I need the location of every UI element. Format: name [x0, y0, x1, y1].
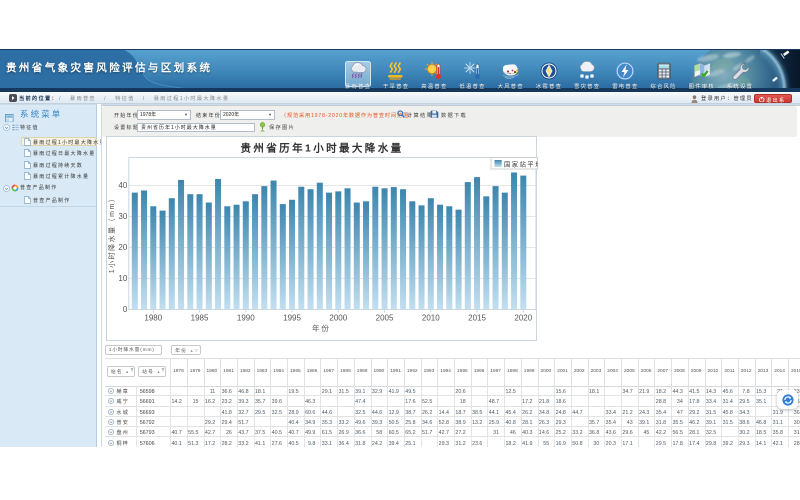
svg-text:贵州省历年1小时最大降水量: 贵州省历年1小时最大降水量 [240, 141, 403, 154]
svg-text:2010: 2010 [421, 313, 439, 322]
svg-text:40: 40 [118, 181, 127, 190]
svg-text:0: 0 [122, 305, 127, 314]
svg-text:2015: 2015 [468, 313, 486, 322]
svg-text:国家站平均: 国家站平均 [504, 159, 539, 168]
svg-text:1980: 1980 [144, 313, 162, 322]
svg-text:1990: 1990 [236, 313, 254, 322]
svg-text:10: 10 [118, 274, 127, 283]
svg-text:20: 20 [118, 243, 127, 252]
svg-text:1985: 1985 [190, 313, 208, 322]
svg-text:30: 30 [118, 212, 127, 221]
svg-text:1小时降水量（mm）: 1小时降水量（mm） [107, 193, 116, 273]
svg-text:2020: 2020 [514, 313, 532, 322]
svg-text:1995: 1995 [283, 313, 301, 322]
svg-text:2005: 2005 [375, 313, 393, 322]
svg-text:年份: 年份 [311, 323, 330, 333]
svg-text:2000: 2000 [329, 313, 347, 322]
